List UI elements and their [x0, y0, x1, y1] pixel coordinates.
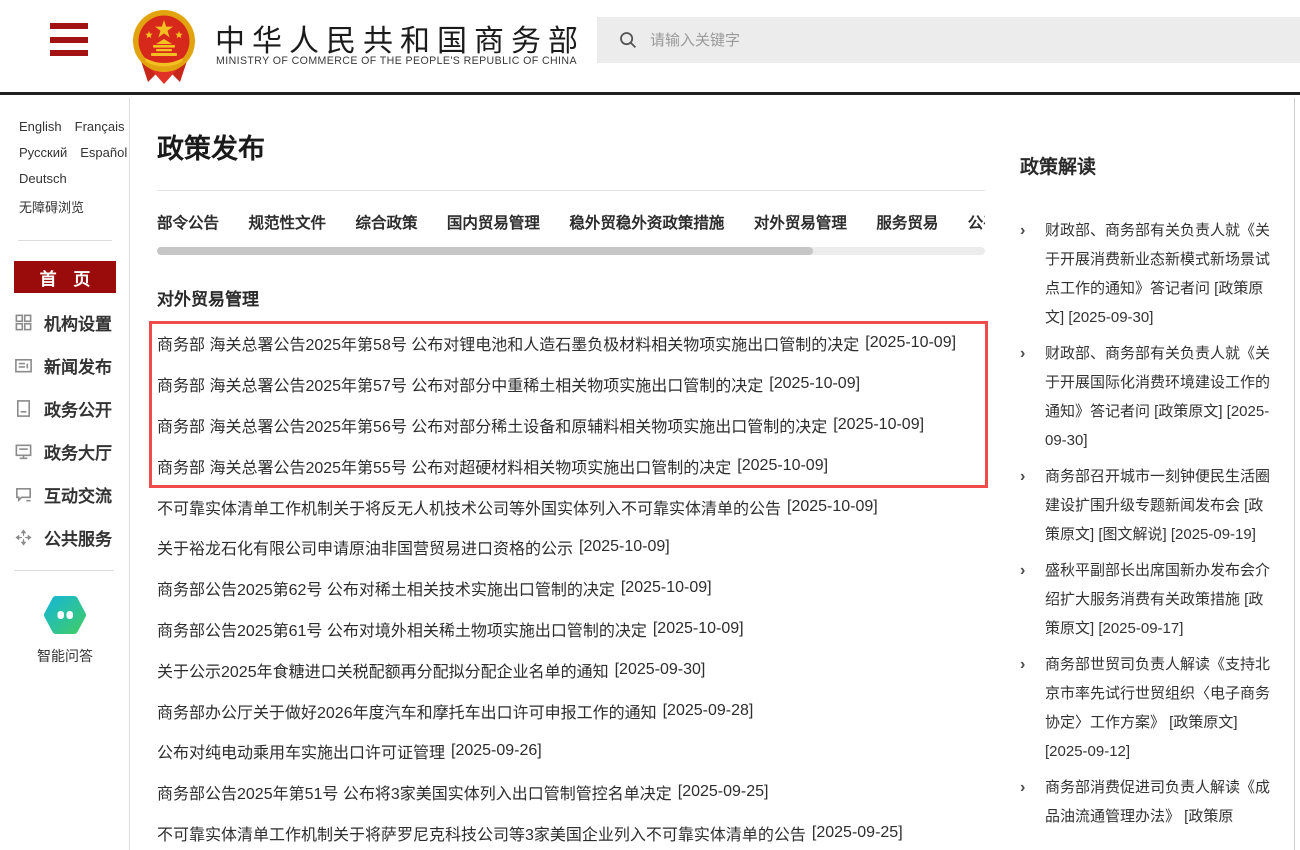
- sidebar-item-news[interactable]: 新闻发布: [14, 344, 126, 387]
- news-item[interactable]: 商务部办公厅关于做好2026年度汽车和摩托车出口许可申报工作的通知[2025-0…: [157, 690, 985, 731]
- tabs-scrollbar-track: [157, 247, 985, 255]
- sidebar-item-interaction[interactable]: 互动交流: [14, 473, 126, 516]
- news-item[interactable]: 商务部 海关总署公告2025年第55号 公布对超硬材料相关物项实施出口管制的决定…: [157, 445, 985, 486]
- sidebar-item-home[interactable]: 首 页: [14, 261, 116, 293]
- aside-item[interactable]: › 盛秋平副部长出席国新办发布会介绍扩大服务消费有关政策措施 [政策原文] [2…: [1020, 556, 1275, 643]
- tab-domestic-trade[interactable]: 国内贸易管理: [447, 211, 540, 233]
- news-item[interactable]: 不可靠实体清单工作机制关于将萨罗尼克科技公司等3家美国企业列入不可靠实体清单的公…: [157, 813, 985, 850]
- tab-normative-documents[interactable]: 规范性文件: [248, 211, 326, 233]
- sidebar-item-public-service[interactable]: 公共服务: [14, 516, 126, 559]
- sidebar-item-label: 政务公开: [44, 396, 112, 421]
- category-tabs: 部令公告 规范性文件 综合政策 国内贸易管理 稳外贸稳外资政策措施 对外贸易管理…: [157, 211, 985, 233]
- site-subtitle: MINISTRY OF COMMERCE OF THE PEOPLE'S REP…: [216, 55, 577, 67]
- divider: [14, 570, 114, 571]
- tab-comprehensive-policy[interactable]: 综合政策: [355, 211, 417, 233]
- chevron-right-icon: ›: [1020, 216, 1045, 332]
- tab-stabilize-trade-investment[interactable]: 稳外贸稳外资政策措施: [569, 211, 724, 233]
- aside-item[interactable]: › 财政部、商务部有关负责人就《关于开展消费新业态新模式新场景试点工作的通知》答…: [1020, 216, 1275, 332]
- news-item[interactable]: 商务部公告2025年第51号 公布将3家美国实体列入出口管制管控名单决定[202…: [157, 772, 985, 813]
- hamburger-menu-icon[interactable]: [50, 23, 88, 56]
- tab-service-trade[interactable]: 服务贸易: [876, 211, 938, 233]
- divider: [18, 240, 112, 241]
- divider: [157, 190, 985, 191]
- accessibility-link[interactable]: 无障碍浏览: [19, 197, 84, 216]
- moc-policy-page: 中华人民共和国商务部 MINISTRY OF COMMERCE OF THE P…: [0, 0, 1300, 850]
- sidebar-item-label: 政务大厅: [44, 439, 112, 464]
- search-bar: [597, 17, 1300, 63]
- aside-item[interactable]: › 商务部世贸司负责人解读《支持北京市率先试行世贸组织〈电子商务协定〉工作方案》…: [1020, 650, 1275, 766]
- sidebar-item-label: 新闻发布: [44, 353, 112, 378]
- news-item[interactable]: 公布对纯电动乘用车实施出口许可证管理[2025-09-26]: [157, 731, 985, 772]
- section-title: 对外贸易管理: [157, 285, 259, 310]
- page-right-border: [1294, 98, 1295, 850]
- chevron-right-icon: ›: [1020, 773, 1045, 831]
- search-icon: [619, 31, 637, 49]
- tab-decree-announcements[interactable]: 部令公告: [157, 211, 219, 233]
- sidebar-item-gov-hall[interactable]: 政务大厅: [14, 430, 126, 473]
- smart-qa-widget[interactable]: 智能问答: [0, 594, 130, 666]
- news-item[interactable]: 商务部公告2025第62号 公布对稀土相关技术实施出口管制的决定[2025-10…: [157, 568, 985, 609]
- sidebar-item-organization[interactable]: 机构设置: [14, 301, 126, 344]
- lang-english[interactable]: English: [19, 119, 62, 134]
- aside-title: 政策解读: [1020, 152, 1096, 179]
- chevron-right-icon: ›: [1020, 556, 1045, 643]
- chevron-right-icon: ›: [1020, 650, 1045, 766]
- chevron-right-icon: ›: [1020, 462, 1045, 549]
- news-icon: [14, 356, 33, 375]
- news-list: 商务部 海关总署公告2025年第58号 公布对锂电池和人造石墨负极材料相关物项实…: [157, 323, 985, 850]
- page-title: 政策发布: [157, 127, 265, 166]
- news-item[interactable]: 商务部 海关总署公告2025年第56号 公布对部分稀土设备和原辅料相关物项实施出…: [157, 405, 985, 446]
- tabs-scrollbar-thumb[interactable]: [157, 247, 813, 255]
- sidebar-item-label: 机构设置: [44, 310, 112, 335]
- news-item[interactable]: 商务部 海关总署公告2025年第58号 公布对锂电池和人造石墨负极材料相关物项实…: [157, 323, 985, 364]
- news-item[interactable]: 不可靠实体清单工作机制关于将反无人机技术公司等外国实体列入不可靠实体清单的公告[…: [157, 486, 985, 527]
- search-input[interactable]: [650, 32, 1210, 49]
- news-item[interactable]: 商务部 海关总署公告2025年第57号 公布对部分中重稀土相关物项实施出口管制的…: [157, 364, 985, 405]
- smart-qa-robot-icon: [40, 594, 90, 636]
- lang-deutsch[interactable]: Deutsch: [19, 171, 67, 186]
- tab-foreign-trade[interactable]: 对外贸易管理: [754, 211, 847, 233]
- chevron-right-icon: ›: [1020, 339, 1045, 455]
- service-icon: [14, 528, 33, 547]
- sidebar-item-label: 互动交流: [44, 482, 112, 507]
- lang-russian[interactable]: Русский: [19, 145, 67, 160]
- national-emblem-logo: [132, 8, 196, 91]
- lang-espanol[interactable]: Español: [80, 145, 127, 160]
- chat-icon: [14, 485, 33, 504]
- sidebar-item-label: 公共服务: [44, 525, 112, 550]
- news-item[interactable]: 商务部公告2025第61号 公布对境外相关稀土物项实施出口管制的决定[2025-…: [157, 609, 985, 650]
- aside-item[interactable]: › 财政部、商务部有关负责人就《关于开展国际化消费环境建设工作的通知》答记者问 …: [1020, 339, 1275, 455]
- language-switcher: English Français Русский Español Deutsch…: [19, 119, 127, 227]
- site-title: 中华人民共和国商务部: [215, 16, 585, 60]
- news-item[interactable]: 关于裕龙石化有限公司申请原油非国营贸易进口资格的公示[2025-10-09]: [157, 527, 985, 568]
- grid-icon: [14, 313, 33, 332]
- document-icon: [14, 399, 33, 418]
- sidebar-nav: 机构设置 新闻发布 政务公开 政务大厅 互动交流: [14, 301, 126, 559]
- smart-qa-label: 智能问答: [0, 646, 130, 666]
- aside-item[interactable]: › 商务部消费促进司负责人解读《成品油流通管理办法》 [政策原: [1020, 773, 1275, 831]
- news-item[interactable]: 关于公示2025年食糖进口关税配额再分配拟分配企业名单的通知[2025-09-3…: [157, 649, 985, 690]
- site-header: 中华人民共和国商务部 MINISTRY OF COMMERCE OF THE P…: [0, 0, 1300, 95]
- sidebar-divider: [129, 98, 130, 850]
- lang-francais[interactable]: Français: [75, 119, 125, 134]
- monitor-icon: [14, 442, 33, 461]
- sidebar-item-gov-disclosure[interactable]: 政务公开: [14, 387, 126, 430]
- policy-interpretation-list: › 财政部、商务部有关负责人就《关于开展消费新业态新模式新场景试点工作的通知》答…: [1020, 216, 1275, 838]
- tab-fair-trade[interactable]: 公平贸易: [968, 211, 985, 233]
- aside-item[interactable]: › 商务部召开城市一刻钟便民生活圈建设扩围升级专题新闻发布会 [政策原文] [图…: [1020, 462, 1275, 549]
